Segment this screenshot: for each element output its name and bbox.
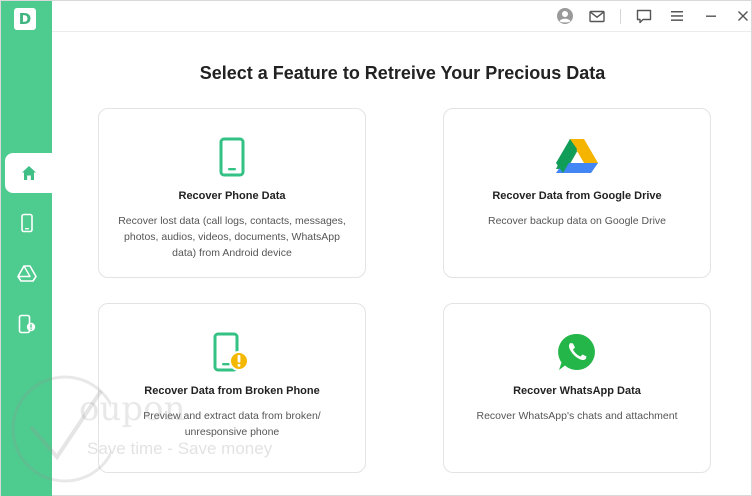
sidebar-item-google-drive[interactable] — [1, 253, 52, 293]
card-description: Recover backup data on Google Drive — [487, 215, 667, 227]
broken-phone-icon — [17, 314, 37, 334]
main-content: Select a Feature to Retreive Your Precio… — [52, 32, 751, 495]
page-title: Select a Feature to Retreive Your Precio… — [199, 63, 606, 83]
card-title: Recover WhatsApp Data — [513, 385, 641, 397]
broken-phone-icon — [99, 332, 365, 372]
recover-google-drive-card[interactable]: Recover Data from Google Drive Recover b… — [443, 108, 711, 278]
google-drive-icon — [16, 264, 37, 282]
sidebar-item-broken-phone[interactable] — [1, 304, 52, 344]
app-logo: D — [14, 8, 36, 30]
card-description: Recover WhatsApp's chats and attachment — [476, 410, 678, 422]
user-icon[interactable] — [555, 6, 575, 26]
app-window: D Select a Feature to Retreive Your Prec… — [0, 0, 752, 496]
recover-whatsapp-card[interactable]: Recover WhatsApp Data Recover WhatsApp's… — [443, 303, 711, 473]
card-description: Preview and extract data from broken/ un… — [143, 410, 321, 438]
phone-icon — [99, 137, 365, 177]
phone-icon — [19, 213, 35, 233]
menu-icon[interactable] — [667, 6, 687, 26]
sidebar-item-phone[interactable] — [1, 203, 52, 243]
card-description: Recover lost data (call logs, contacts, … — [118, 215, 346, 259]
title-bar-divider — [620, 9, 621, 24]
card-title: Recover Data from Google Drive — [492, 190, 662, 202]
card-title: Recover Phone Data — [178, 190, 286, 202]
minimize-icon[interactable] — [701, 6, 721, 26]
recover-broken-phone-card[interactable]: Recover Data from Broken Phone Preview a… — [98, 303, 366, 473]
feedback-icon[interactable] — [634, 6, 654, 26]
google-drive-icon — [444, 137, 710, 177]
sidebar-item-home[interactable] — [5, 153, 52, 193]
recover-phone-data-card[interactable]: Recover Phone Data Recover lost data (ca… — [98, 108, 366, 278]
title-bar — [52, 1, 751, 32]
sidebar: D — [1, 1, 52, 496]
close-icon[interactable] — [733, 6, 752, 26]
whatsapp-icon — [444, 332, 710, 372]
mail-icon[interactable] — [587, 6, 607, 26]
card-title: Recover Data from Broken Phone — [144, 385, 320, 397]
home-icon — [20, 164, 38, 182]
